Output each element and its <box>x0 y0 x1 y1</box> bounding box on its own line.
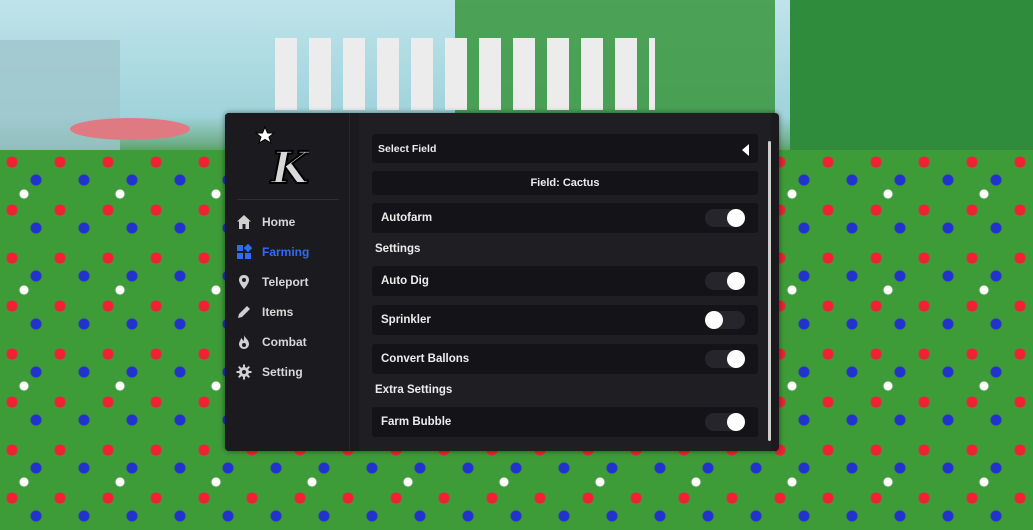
sidebar-item-items[interactable]: Items <box>235 300 345 324</box>
scrollbar-thumb[interactable] <box>768 141 771 441</box>
map-icon <box>235 243 253 261</box>
logo-letter: K <box>269 143 309 193</box>
autofarm-label: Autofarm <box>381 212 433 224</box>
sidebar-item-label: Combat <box>262 335 307 349</box>
select-field-label: Select Field <box>378 142 437 155</box>
convert-ballons-label: Convert Ballons <box>381 353 470 365</box>
red-pad <box>70 118 190 140</box>
field-display-text: Field: Cactus <box>530 177 600 189</box>
convert-ballons-toggle[interactable] <box>705 350 745 368</box>
toggle-knob <box>727 350 745 368</box>
sidebar-item-combat[interactable]: Combat <box>235 330 345 354</box>
sidebar-item-label: Home <box>262 215 296 229</box>
sidebar-item-home[interactable]: Home <box>235 210 345 234</box>
sidebar-item-label: Items <box>262 305 294 319</box>
field-display: Field: Cactus <box>372 171 758 195</box>
sprinkler-label: Sprinkler <box>381 314 431 326</box>
sidebar-item-label: Setting <box>262 365 303 379</box>
auto-dig-toggle[interactable] <box>705 272 745 290</box>
farming-content: Select Field Field: Cactus Autofarm Sett… <box>359 113 771 451</box>
auto-dig-row: Auto Dig <box>372 266 758 296</box>
sidebar-divider-line <box>237 199 339 200</box>
sidebar-item-farming[interactable]: Farming <box>235 240 345 264</box>
autofarm-row: Autofarm <box>372 203 758 233</box>
farm-bubble-label: Farm Bubble <box>381 416 452 428</box>
content-scrollbar[interactable] <box>768 141 771 441</box>
sidebar-item-label: Farming <box>262 245 310 259</box>
extra-settings-section-title: Extra Settings <box>375 384 453 396</box>
white-fence <box>275 38 655 110</box>
sidebar-item-teleport[interactable]: Teleport <box>235 270 345 294</box>
star-icon: K <box>254 125 312 195</box>
auto-dig-label: Auto Dig <box>381 275 429 287</box>
triangle-left-icon <box>742 143 750 161</box>
pencil-icon <box>235 303 253 321</box>
toggle-knob <box>727 413 745 431</box>
sidebar-item-setting[interactable]: Setting <box>235 360 345 384</box>
sidebar-item-label: Teleport <box>262 275 309 289</box>
autofarm-toggle[interactable] <box>705 209 745 227</box>
sprinkler-row: Sprinkler <box>372 305 758 335</box>
toggle-knob <box>727 209 745 227</box>
toggle-knob <box>705 311 723 329</box>
location-pin-icon <box>235 273 253 291</box>
farm-bubble-toggle[interactable] <box>705 413 745 431</box>
select-field-dropdown[interactable]: Select Field <box>372 134 758 163</box>
script-hub-window: K Home Farming Teleport Items Combat Set… <box>225 113 779 451</box>
settings-section-title: Settings <box>375 243 421 255</box>
green-building-right <box>790 0 1033 150</box>
home-icon <box>235 213 253 231</box>
sprinkler-toggle[interactable] <box>705 311 745 329</box>
logo: K <box>254 123 312 195</box>
convert-ballons-row: Convert Ballons <box>372 344 758 374</box>
fire-icon <box>235 333 253 351</box>
sidebar-separator <box>349 113 350 451</box>
sidebar: K Home Farming Teleport Items Combat Set… <box>225 113 349 451</box>
toggle-knob <box>727 272 745 290</box>
gear-icon <box>235 363 253 381</box>
farm-bubble-row: Farm Bubble <box>372 407 758 437</box>
